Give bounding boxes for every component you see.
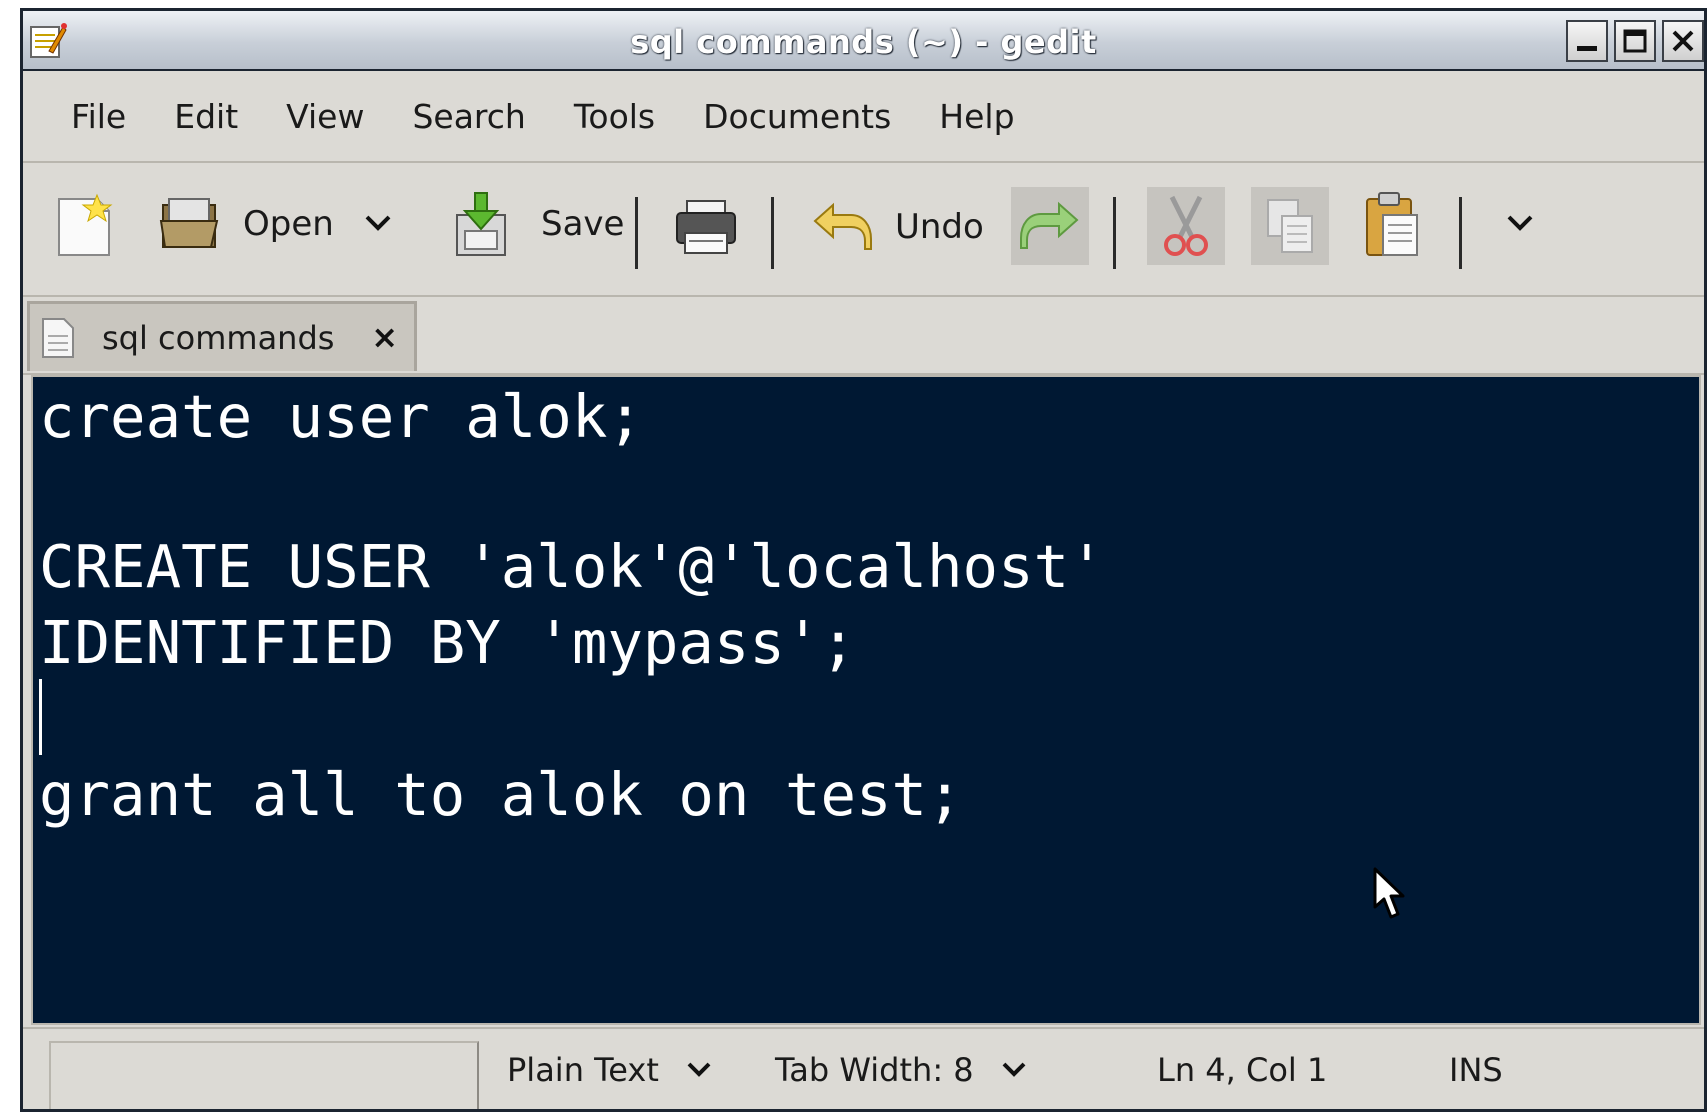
menu-bar: File Edit View Search Tools Documents He… bbox=[23, 71, 1704, 163]
undo-button[interactable]: Undo bbox=[811, 199, 984, 255]
code-line-6: grant all to alok on test; bbox=[39, 760, 963, 829]
chevron-down-icon bbox=[1002, 1062, 1026, 1077]
language-selector[interactable]: Plain Text bbox=[507, 1051, 713, 1089]
text-caret bbox=[39, 679, 42, 755]
menu-file[interactable]: File bbox=[47, 97, 150, 136]
status-message-area bbox=[49, 1041, 479, 1109]
paste-button[interactable] bbox=[1363, 189, 1421, 259]
menu-search[interactable]: Search bbox=[388, 97, 549, 136]
open-folder-icon bbox=[159, 198, 219, 248]
open-recent-dropdown[interactable] bbox=[363, 211, 393, 235]
save-button[interactable]: Save bbox=[451, 189, 624, 259]
cursor-position: Ln 4, Col 1 bbox=[1157, 1051, 1328, 1089]
menu-tools[interactable]: Tools bbox=[550, 97, 679, 136]
copy-button[interactable] bbox=[1251, 187, 1329, 265]
undo-icon bbox=[813, 202, 872, 250]
menu-documents[interactable]: Documents bbox=[679, 97, 915, 136]
tab-width-selector[interactable]: Tab Width: 8 bbox=[775, 1051, 1028, 1089]
chevron-down-icon bbox=[1507, 215, 1533, 231]
code-line-1: create user alok; bbox=[39, 382, 643, 451]
window-title: sql commands (~) - gedit bbox=[630, 23, 1097, 61]
maximize-button[interactable] bbox=[1614, 20, 1656, 62]
close-button[interactable] bbox=[1662, 20, 1704, 62]
insert-mode-indicator: INS bbox=[1449, 1051, 1503, 1089]
save-label: Save bbox=[541, 204, 625, 244]
tab-close-button[interactable]: × bbox=[371, 319, 398, 355]
chevron-down-icon bbox=[687, 1062, 711, 1077]
save-icon bbox=[456, 192, 506, 256]
open-button[interactable]: Open bbox=[159, 191, 334, 257]
menu-view[interactable]: View bbox=[262, 97, 388, 136]
chevron-down-icon bbox=[365, 215, 391, 231]
toolbar: Open Save Undo bbox=[23, 163, 1704, 297]
paste-icon bbox=[1366, 192, 1418, 256]
menu-help[interactable]: Help bbox=[915, 97, 1038, 136]
new-document-icon bbox=[58, 193, 113, 256]
gedit-window: sql commands (~) - gedit File Edit View … bbox=[20, 8, 1707, 1112]
text-document-icon bbox=[42, 317, 74, 358]
toolbar-overflow-button[interactable] bbox=[1505, 211, 1535, 235]
tab-sql-commands[interactable]: sql commands × bbox=[27, 301, 417, 371]
open-label: Open bbox=[243, 204, 334, 244]
tab-width-label: Tab Width: 8 bbox=[775, 1051, 974, 1089]
toolbar-separator bbox=[771, 197, 774, 269]
toolbar-separator bbox=[1113, 197, 1116, 269]
tab-label: sql commands bbox=[102, 318, 335, 357]
minimize-button[interactable] bbox=[1566, 20, 1608, 62]
close-icon bbox=[1672, 30, 1694, 52]
mouse-pointer-icon bbox=[1373, 867, 1405, 919]
code-line-4: IDENTIFIED BY 'mypass'; bbox=[39, 608, 856, 677]
title-bar[interactable]: sql commands (~) - gedit bbox=[23, 11, 1704, 71]
cut-button[interactable] bbox=[1147, 187, 1225, 265]
document-tabs: sql commands × bbox=[23, 297, 1704, 375]
cut-icon bbox=[1164, 195, 1208, 256]
maximize-icon bbox=[1623, 29, 1647, 53]
code-line-3: CREATE USER 'alok'@'localhost' bbox=[39, 532, 1105, 601]
language-label: Plain Text bbox=[507, 1051, 659, 1089]
print-icon bbox=[676, 200, 736, 254]
new-button[interactable] bbox=[53, 193, 115, 259]
toolbar-separator bbox=[635, 197, 638, 269]
redo-button[interactable] bbox=[1011, 187, 1089, 265]
text-editor[interactable]: create user alok; CREATE USER 'alok'@'lo… bbox=[31, 375, 1701, 1025]
copy-icon bbox=[1267, 199, 1313, 253]
print-button[interactable] bbox=[673, 197, 739, 257]
minimize-icon bbox=[1577, 46, 1597, 51]
menu-edit[interactable]: Edit bbox=[150, 97, 262, 136]
redo-icon bbox=[1020, 201, 1079, 249]
undo-label: Undo bbox=[895, 207, 984, 247]
status-bar: Plain Text Tab Width: 8 Ln 4, Col 1 INS bbox=[23, 1027, 1704, 1109]
toolbar-separator bbox=[1459, 197, 1462, 269]
